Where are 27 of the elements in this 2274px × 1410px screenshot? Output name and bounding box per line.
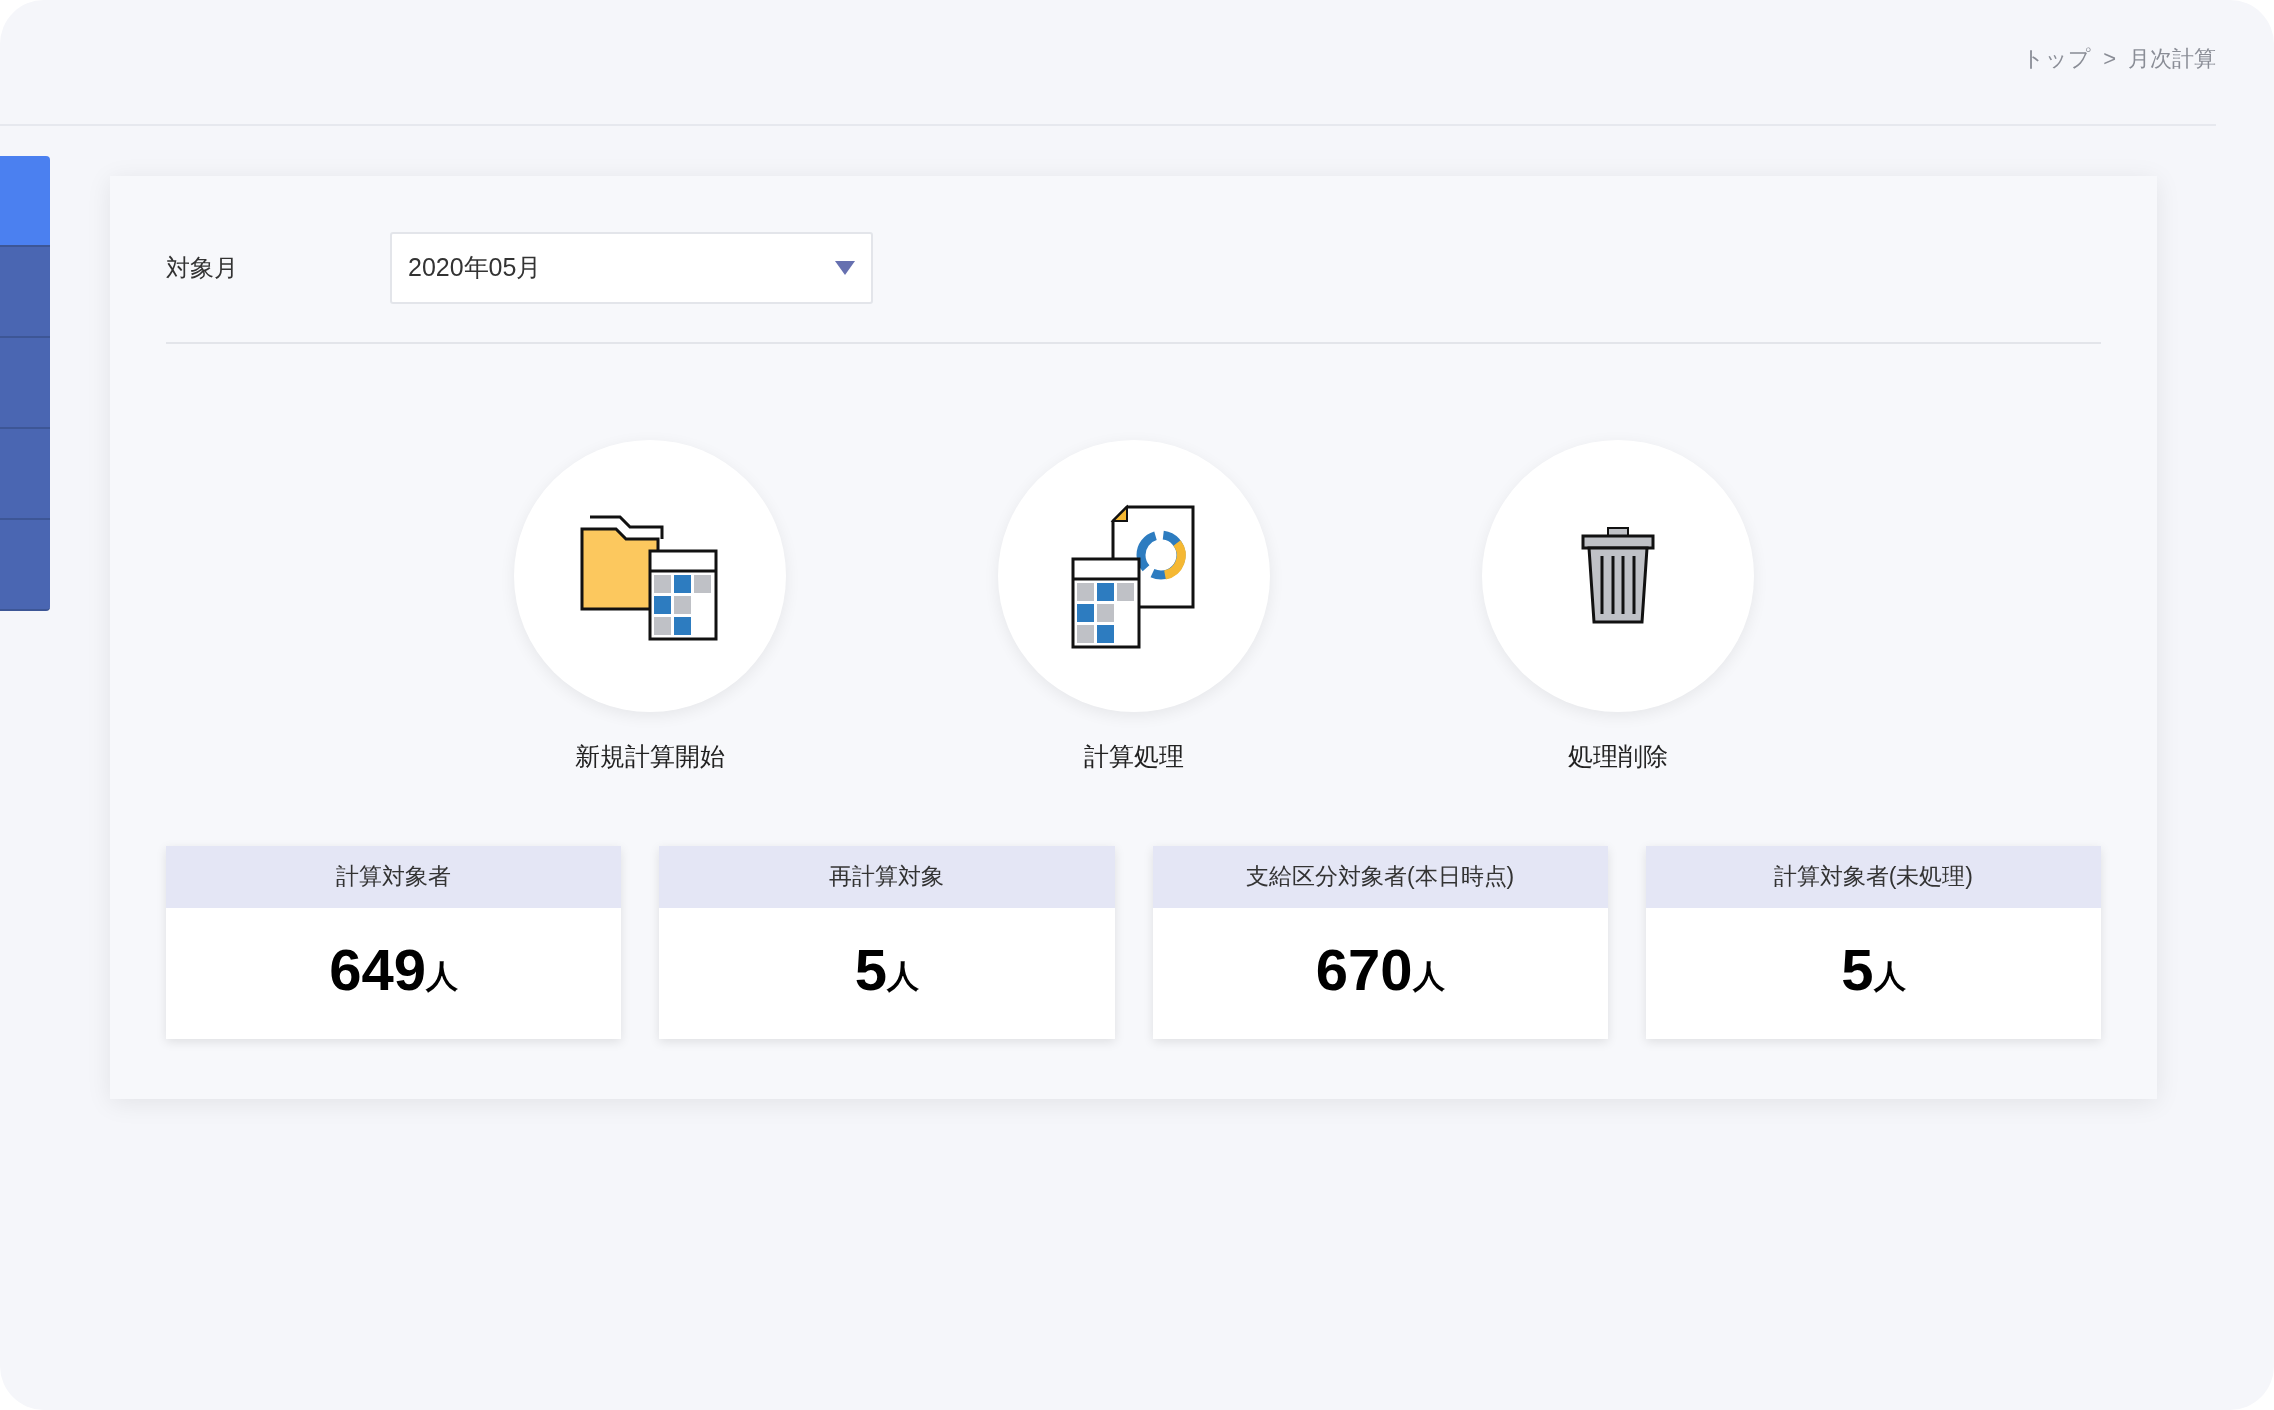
breadcrumb-link[interactable]: 月次計算 <box>2128 41 2216 75</box>
dropdown-caret-icon <box>835 261 855 275</box>
field-label: 対象月 <box>166 253 239 283</box>
stat-value: 670 <box>1315 935 1413 1004</box>
sidebar-tab[interactable] <box>0 247 50 338</box>
stat-unit: 人 <box>426 957 458 996</box>
sidebar-tab[interactable] <box>0 156 50 247</box>
breadcrumb-separator: > <box>2103 44 2116 73</box>
stat-title: 支給区分対象者(本日時点) <box>1245 862 1515 892</box>
action-label: 計算処理 <box>1083 741 1184 772</box>
stat-value: 649 <box>329 935 426 1004</box>
trash-icon <box>1579 526 1656 626</box>
sidebar-tab[interactable] <box>0 338 50 429</box>
breadcrumb-link[interactable]: トップ <box>2022 41 2092 75</box>
month-select[interactable]: 2020年05月 <box>390 232 873 304</box>
stat-unit: 人 <box>887 957 919 996</box>
action-label: 処理削除 <box>1567 741 1668 772</box>
stat-title: 計算対象者(未処理) <box>1773 862 1974 892</box>
stat-title: 計算対象者 <box>336 862 452 892</box>
action-label: 新規計算開始 <box>574 741 725 772</box>
stat-value: 5 <box>854 935 887 1004</box>
stat-unit: 人 <box>1873 957 1906 996</box>
sidebar-tab[interactable] <box>0 429 50 520</box>
sidebar-tab[interactable] <box>0 520 50 611</box>
stat-title: 再計算対象 <box>829 862 945 892</box>
stat-value: 5 <box>1841 935 1874 1004</box>
stat-unit: 人 <box>1412 957 1445 996</box>
